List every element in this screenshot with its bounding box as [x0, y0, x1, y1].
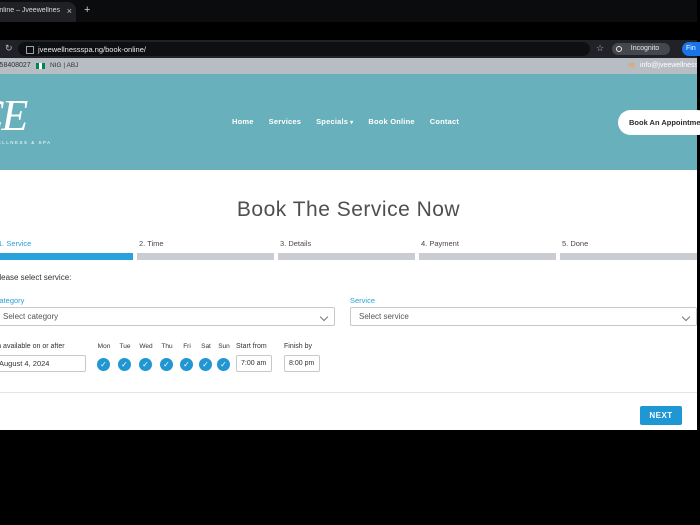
- step-service-progress-bar: [0, 253, 133, 260]
- step-details-progress-bar: [278, 253, 415, 260]
- url-text: jveewellnessspa.ng/book-online/: [38, 45, 146, 54]
- chevron-down-icon: [320, 313, 328, 321]
- step-time-label[interactable]: 2. Time: [139, 239, 164, 248]
- tab-close-icon[interactable]: ×: [67, 6, 72, 16]
- day-checkbox-wed[interactable]: ✓: [139, 358, 152, 371]
- select-service-prompt: Please select service:: [0, 273, 71, 282]
- email-icon: ✉: [628, 61, 635, 70]
- section-divider: [0, 392, 697, 393]
- nav-item-home[interactable]: Home: [232, 117, 254, 126]
- start-time-input[interactable]: 7:00 am: [236, 355, 272, 372]
- browser-tab[interactable]: Book Online – Jveewellness Spa ×: [0, 2, 76, 22]
- date-input[interactable]: August 4, 2024: [0, 355, 86, 372]
- nav-menu: Home Services Specials▾ Book Online Cont…: [232, 117, 459, 126]
- incognito-icon: [616, 46, 622, 52]
- step-done-label[interactable]: 5. Done: [562, 239, 588, 248]
- day-checkbox-thu[interactable]: ✓: [160, 358, 173, 371]
- bookmark-star-icon[interactable]: ☆: [596, 43, 604, 54]
- nav-item-services[interactable]: Services: [269, 117, 301, 126]
- phone-number: +2348058408027: [0, 62, 31, 69]
- day-checkbox-sat[interactable]: ✓: [199, 358, 212, 371]
- day-checkbox-mon[interactable]: ✓: [97, 358, 110, 371]
- step-payment-label[interactable]: 4. Payment: [421, 239, 459, 248]
- nigeria-flag-icon: [36, 63, 45, 69]
- nav-item-book-online[interactable]: Book Online: [368, 117, 414, 126]
- next-button[interactable]: NEXT: [640, 406, 682, 425]
- logo-subtext: WELLNESS & SPA: [0, 140, 52, 145]
- site-topbar: +2348058408027 NIG | ABJ ✉ info@jveewell…: [0, 58, 697, 74]
- incognito-badge: Incognito: [612, 43, 670, 55]
- browser-toolbar: ↻ jveewellnessspa.ng/book-online/ ☆ Inco…: [0, 40, 697, 58]
- site-navbar: CE WELLNESS & SPA Home Services Specials…: [0, 74, 697, 170]
- day-label-mon: Mon: [94, 343, 114, 350]
- step-done-progress-bar: [560, 253, 697, 260]
- category-label: Category: [0, 296, 24, 305]
- day-checkbox-sun[interactable]: ✓: [217, 358, 230, 371]
- new-tab-button[interactable]: +: [84, 4, 90, 16]
- refresh-icon[interactable]: ↻: [5, 43, 13, 54]
- profile-chip[interactable]: Fin: [682, 42, 700, 56]
- site-info-icon[interactable]: [26, 46, 34, 54]
- category-select[interactable]: Select category: [0, 307, 335, 326]
- book-appointment-button[interactable]: Book An Appointment: [618, 110, 700, 135]
- day-label-sun: Sun: [214, 343, 234, 350]
- availability-label: I'm available on or after: [0, 343, 65, 350]
- nav-item-contact[interactable]: Contact: [430, 117, 459, 126]
- day-label-tue: Tue: [115, 343, 135, 350]
- day-label-fri: Fri: [177, 343, 197, 350]
- start-from-label: Start from: [236, 343, 267, 350]
- tab-title: Book Online – Jveewellness Spa: [0, 7, 60, 14]
- nav-item-specials[interactable]: Specials▾: [316, 117, 353, 126]
- day-label-thu: Thu: [157, 343, 177, 350]
- email-link[interactable]: info@jveewellnessspa.ng: [640, 62, 697, 69]
- location-text: NIG | ABJ: [50, 62, 78, 69]
- service-label: Service: [350, 296, 375, 305]
- chevron-down-icon: [682, 313, 690, 321]
- browser-tabstrip: Book Online – Jveewellness Spa × +: [0, 0, 697, 22]
- step-payment-progress-bar: [419, 253, 556, 260]
- day-label-sat: Sat: [196, 343, 216, 350]
- step-details-label[interactable]: 3. Details: [280, 239, 311, 248]
- service-select[interactable]: Select service: [350, 307, 697, 326]
- logo-monogram: CE: [0, 94, 52, 138]
- chevron-down-icon: ▾: [350, 120, 353, 126]
- finish-by-label: Finish by: [284, 343, 312, 350]
- incognito-label: Incognito: [623, 45, 659, 52]
- day-checkbox-tue[interactable]: ✓: [118, 358, 131, 371]
- step-service-label[interactable]: 1. Service: [0, 239, 31, 248]
- address-bar[interactable]: jveewellnessspa.ng/book-online/: [18, 42, 590, 56]
- category-select-value: Select category: [3, 312, 58, 321]
- logo[interactable]: CE WELLNESS & SPA: [0, 94, 52, 145]
- day-checkbox-fri[interactable]: ✓: [180, 358, 193, 371]
- step-time-progress-bar: [137, 253, 274, 260]
- service-select-value: Select service: [359, 312, 409, 321]
- page-title: Book The Service Now: [0, 198, 697, 222]
- day-label-wed: Wed: [136, 343, 156, 350]
- main-content: Book The Service Now 1. Service 2. Time …: [0, 170, 697, 430]
- screenshot-stage: Book Online – Jveewellness Spa × + ↻ jve…: [0, 0, 700, 525]
- finish-time-input[interactable]: 8:00 pm: [284, 355, 320, 372]
